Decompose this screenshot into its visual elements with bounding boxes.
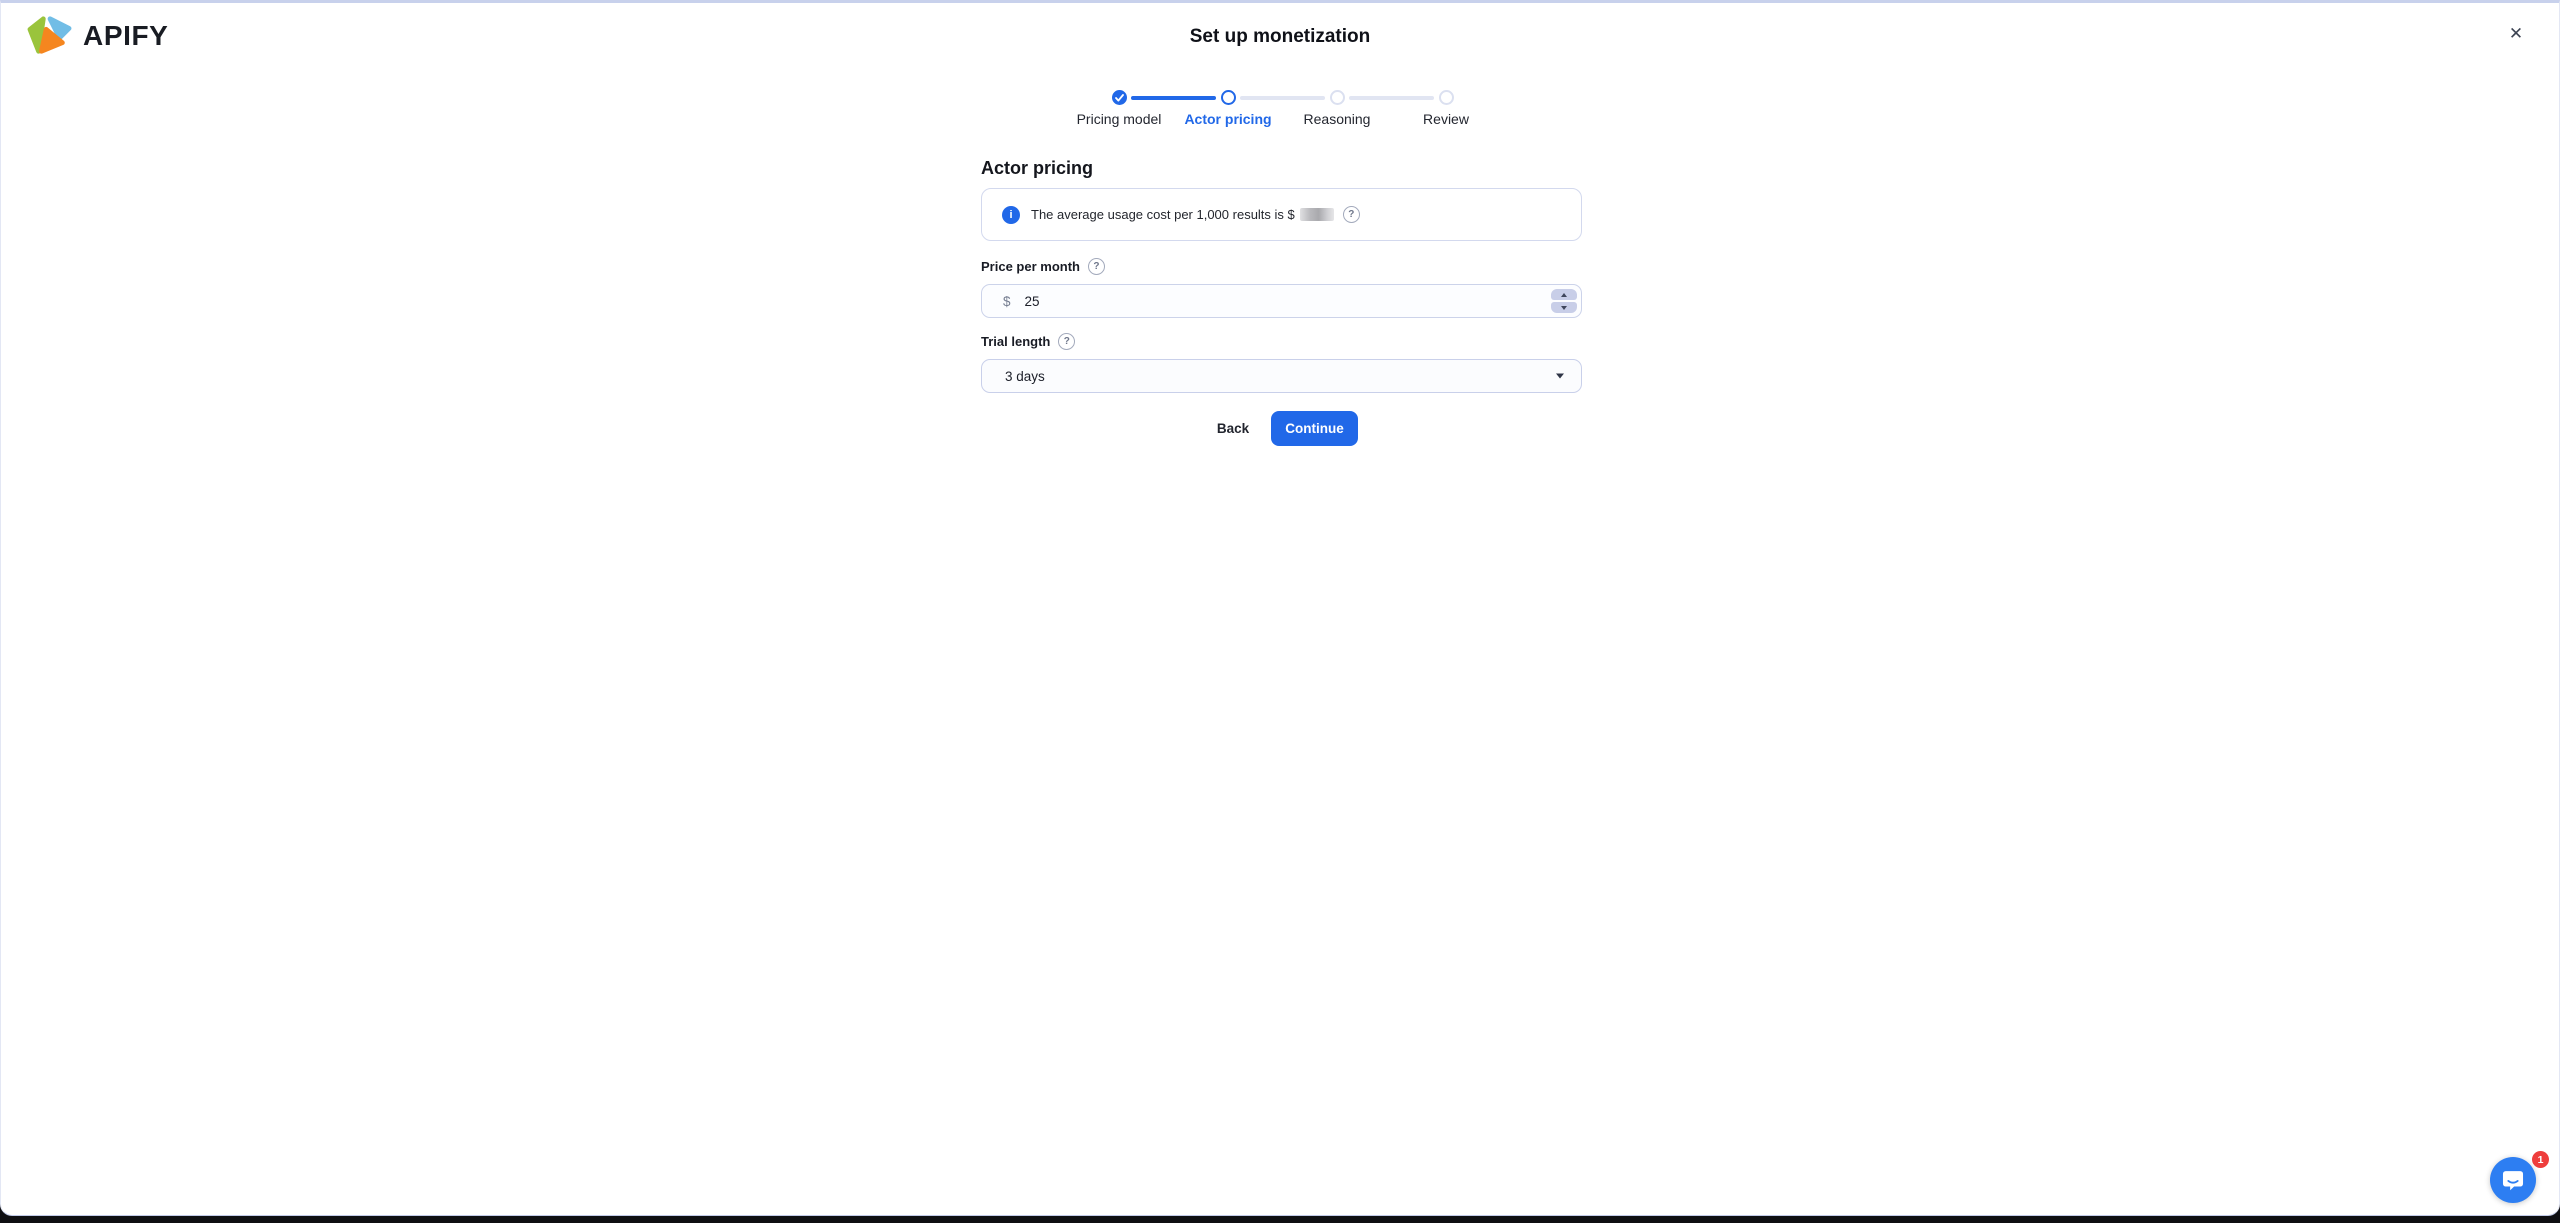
number-stepper <box>1551 289 1577 313</box>
chevron-down-icon <box>1556 373 1564 379</box>
monetization-page: APIFY Set up monetization ✕ Pricing mode… <box>0 0 2560 1216</box>
redacted-value <box>1299 208 1334 221</box>
chat-icon <box>2502 1170 2524 1190</box>
chat-launcher-button[interactable] <box>2490 1157 2536 1203</box>
help-icon[interactable]: ? <box>1087 258 1105 275</box>
back-button[interactable]: Back <box>1195 411 1271 446</box>
step-indicator <box>1438 90 1454 105</box>
step-indicator <box>1111 90 1127 105</box>
trial-length-label: Trial length <box>981 334 1051 349</box>
screen: APIFY Set up monetization ✕ Pricing mode… <box>0 0 2560 1223</box>
price-per-month-label: Price per month <box>981 259 1080 274</box>
page-title: Set up monetization <box>1189 26 1371 47</box>
trial-length-selected-value: 3 days <box>1005 368 1045 384</box>
step-label: Review <box>1423 111 1469 127</box>
close-button[interactable]: ✕ <box>2500 18 2532 50</box>
help-icon[interactable]: ? <box>1058 333 1076 350</box>
help-icon[interactable]: ? <box>1342 206 1360 223</box>
chat-unread-badge: 1 <box>2532 1151 2549 1168</box>
section-heading: Actor pricing <box>981 158 1094 178</box>
info-banner: i The average usage cost per 1,000 resul… <box>981 188 1582 241</box>
trial-length-label-row: Trial length ? <box>981 333 1076 350</box>
currency-prefix: $ <box>1003 293 1011 309</box>
arrow-down-icon <box>1561 305 1567 310</box>
continue-button[interactable]: Continue <box>1271 411 1358 446</box>
price-per-month-field[interactable]: $ <box>981 284 1582 318</box>
form-actions: Back Continue <box>981 411 1582 446</box>
spinner-up-button[interactable] <box>1551 289 1577 300</box>
stepper-step-review: Review <box>1371 90 1521 127</box>
info-icon: i <box>1002 205 1020 224</box>
price-per-month-label-row: Price per month ? <box>981 258 1105 275</box>
trial-length-select[interactable]: 3 days <box>981 359 1582 393</box>
close-icon: ✕ <box>2508 24 2524 43</box>
spinner-down-button[interactable] <box>1551 302 1577 313</box>
step-indicator <box>1220 90 1236 105</box>
check-icon <box>1114 93 1124 101</box>
stepper: Pricing model Actor pricing Reasoning Re… <box>1077 90 1469 134</box>
price-input[interactable] <box>1024 293 1541 309</box>
arrow-up-icon <box>1561 292 1567 297</box>
step-indicator <box>1329 90 1345 105</box>
info-banner-text: The average usage cost per 1,000 results… <box>1031 207 1295 222</box>
